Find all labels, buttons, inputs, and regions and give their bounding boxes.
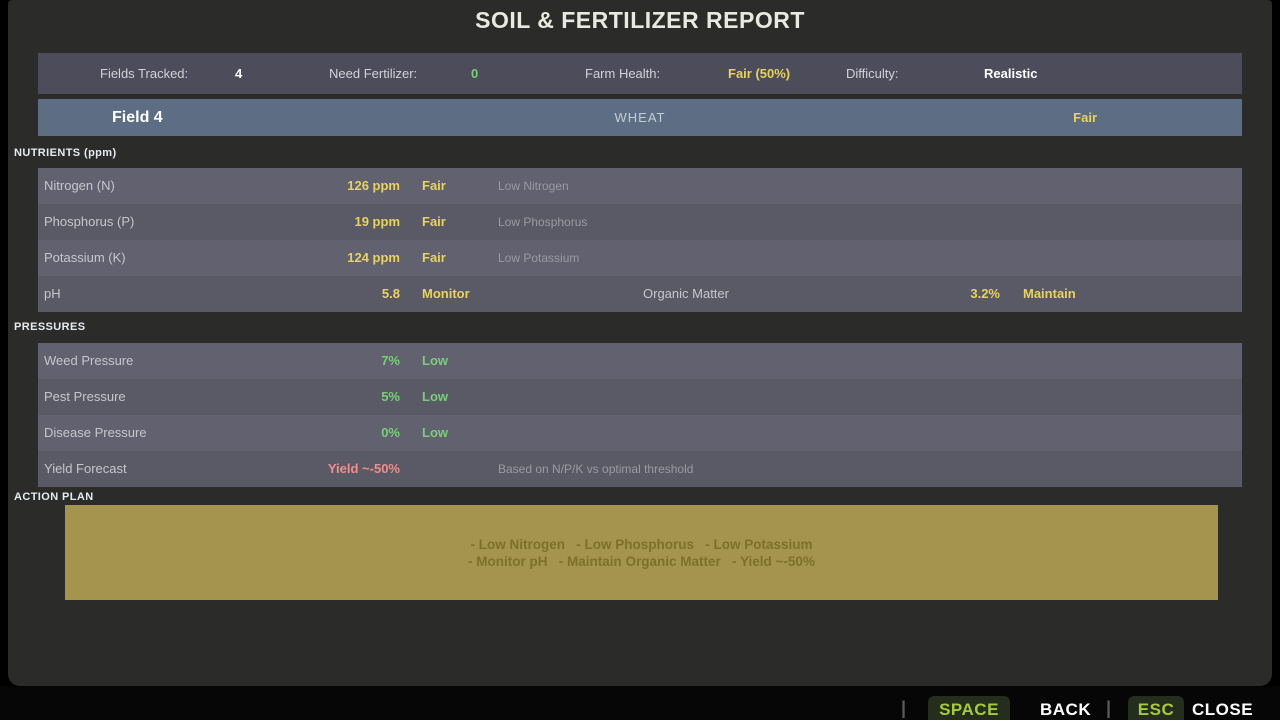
farm-health-value: Fair (50%) <box>728 53 790 94</box>
pressures-table: Weed Pressure 7% Low Pest Pressure 5% Lo… <box>38 343 1242 487</box>
close-button[interactable]: CLOSE <box>1192 700 1253 720</box>
table-row-yield-forecast: Yield Forecast Yield ~-50% Based on N/P/… <box>38 451 1242 487</box>
status-badge: Fair <box>422 240 446 276</box>
row-value: 7% <box>188 343 400 379</box>
table-row-phosphorus: Phosphorus (P) 19 ppm Fair Low Phosphoru… <box>38 204 1242 240</box>
row-value: 126 ppm <box>188 168 400 204</box>
need-fertilizer-value: 0 <box>471 53 478 94</box>
separator: | <box>901 698 906 719</box>
row-label: Pest Pressure <box>44 379 126 415</box>
row-note: Based on N/P/K vs optimal threshold <box>498 451 693 487</box>
action-plan-box: - Low Nitrogen - Low Phosphorus - Low Po… <box>65 505 1218 600</box>
key-prompt-bar: | SPACE BACK | ESC CLOSE <box>0 686 1280 720</box>
nutrients-table: Nitrogen (N) 126 ppm Fair Low Nitrogen P… <box>38 168 1242 312</box>
row-note: Low Potassium <box>498 240 579 276</box>
row-label: Disease Pressure <box>44 415 147 451</box>
report-panel: SOIL & FERTILIZER REPORT Fields Tracked:… <box>8 0 1272 686</box>
nutrients-section-heading: NUTRIENTS (ppm) <box>14 147 117 159</box>
row-label: pH <box>44 276 61 312</box>
row-value: Yield ~-50% <box>188 451 400 487</box>
fields-tracked-value: 4 <box>235 53 242 94</box>
row-value: 124 ppm <box>188 240 400 276</box>
space-key-button[interactable]: SPACE <box>928 696 1010 720</box>
page-title: SOIL & FERTILIZER REPORT <box>8 7 1272 34</box>
esc-key-button[interactable]: ESC <box>1128 696 1184 720</box>
need-fertilizer-label: Need Fertilizer: <box>329 53 417 94</box>
row-label: Potassium (K) <box>44 240 126 276</box>
organic-matter-status: Maintain <box>1023 276 1076 312</box>
difficulty-label: Difficulty: <box>846 53 899 94</box>
pressures-section-heading: PRESSURES <box>14 321 85 333</box>
field-status-badge: Fair <box>1073 99 1097 136</box>
back-button[interactable]: BACK <box>1040 700 1091 720</box>
status-badge: Low <box>422 343 448 379</box>
field-name: Field 4 <box>112 99 163 136</box>
table-row-weed-pressure: Weed Pressure 7% Low <box>38 343 1242 379</box>
farm-health-label: Farm Health: <box>585 53 660 94</box>
status-badge: Low <box>422 415 448 451</box>
row-label: Weed Pressure <box>44 343 133 379</box>
farm-stats-bar: Fields Tracked: 4 Need Fertilizer: 0 Far… <box>38 53 1242 94</box>
row-note: Low Phosphorus <box>498 204 587 240</box>
row-label: Nitrogen (N) <box>44 168 115 204</box>
row-value: 19 ppm <box>188 204 400 240</box>
row-value: 0% <box>188 415 400 451</box>
status-badge: Monitor <box>422 276 470 312</box>
status-badge: Fair <box>422 204 446 240</box>
row-value: 5% <box>188 379 400 415</box>
status-badge: Fair <box>422 168 446 204</box>
action-plan-section-heading: ACTION PLAN <box>14 491 94 503</box>
row-label: Phosphorus (P) <box>44 204 134 240</box>
table-row-potassium: Potassium (K) 124 ppm Fair Low Potassium <box>38 240 1242 276</box>
organic-matter-label: Organic Matter <box>643 276 729 312</box>
row-note: Low Nitrogen <box>498 168 569 204</box>
table-row-ph: pH 5.8 Monitor Organic Matter 3.2% Maint… <box>38 276 1242 312</box>
fields-tracked-label: Fields Tracked: <box>100 53 188 94</box>
table-row-disease-pressure: Disease Pressure 0% Low <box>38 415 1242 451</box>
field-header-bar[interactable]: WHEAT Field 4 Fair <box>38 99 1242 136</box>
row-value: 5.8 <box>188 276 400 312</box>
difficulty-value: Realistic <box>984 53 1037 94</box>
table-row-pest-pressure: Pest Pressure 5% Low <box>38 379 1242 415</box>
row-label: Yield Forecast <box>44 451 127 487</box>
status-badge: Low <box>422 379 448 415</box>
table-row-nitrogen: Nitrogen (N) 126 ppm Fair Low Nitrogen <box>38 168 1242 204</box>
field-crop-label: WHEAT <box>38 99 1242 136</box>
separator: | <box>1106 698 1111 719</box>
organic-matter-value: 3.2% <box>858 276 1000 312</box>
action-plan-line-2: - Monitor pH - Maintain Organic Matter -… <box>468 553 815 570</box>
action-plan-line-1: - Low Nitrogen - Low Phosphorus - Low Po… <box>471 536 813 553</box>
